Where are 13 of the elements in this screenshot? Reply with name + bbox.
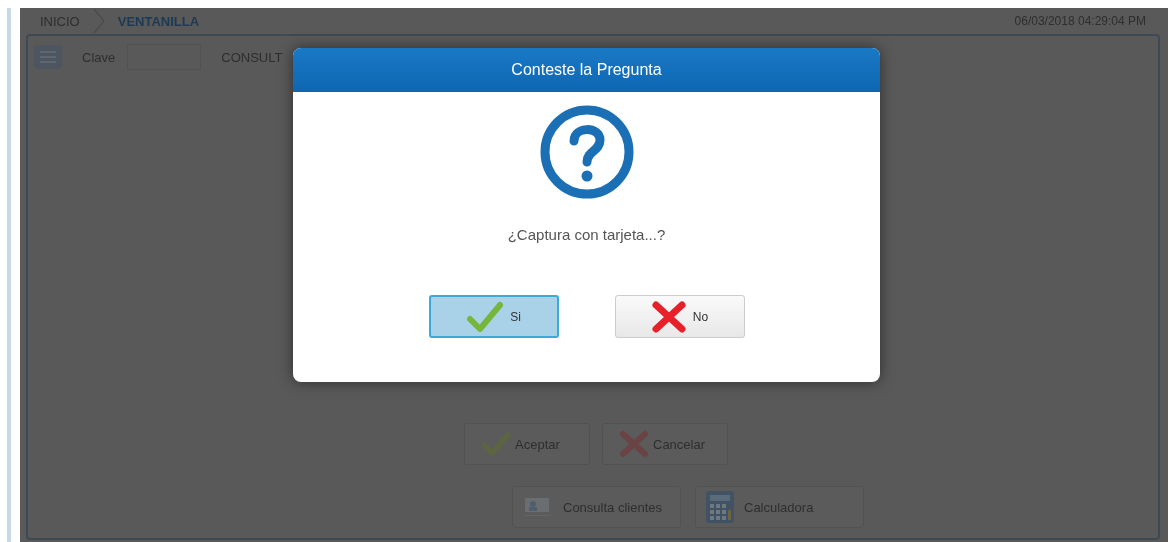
dialog-title: Conteste la Pregunta <box>511 61 662 79</box>
checkmark-icon <box>481 432 511 456</box>
calculator-icon <box>706 491 734 523</box>
id-card-icon <box>523 495 553 519</box>
question-icon <box>538 104 635 200</box>
checkmark-icon <box>466 300 505 333</box>
cross-icon <box>650 299 687 334</box>
dialog-message: ¿Captura con tarjeta...? <box>507 226 666 243</box>
chevron-icon <box>91 8 106 34</box>
dialog-button[interactable]: Si <box>428 295 559 338</box>
breadcrumb-item[interactable]: VENTANILLA <box>117 13 200 29</box>
dialog-button[interactable]: No <box>614 295 745 338</box>
cross-icon <box>619 430 649 458</box>
